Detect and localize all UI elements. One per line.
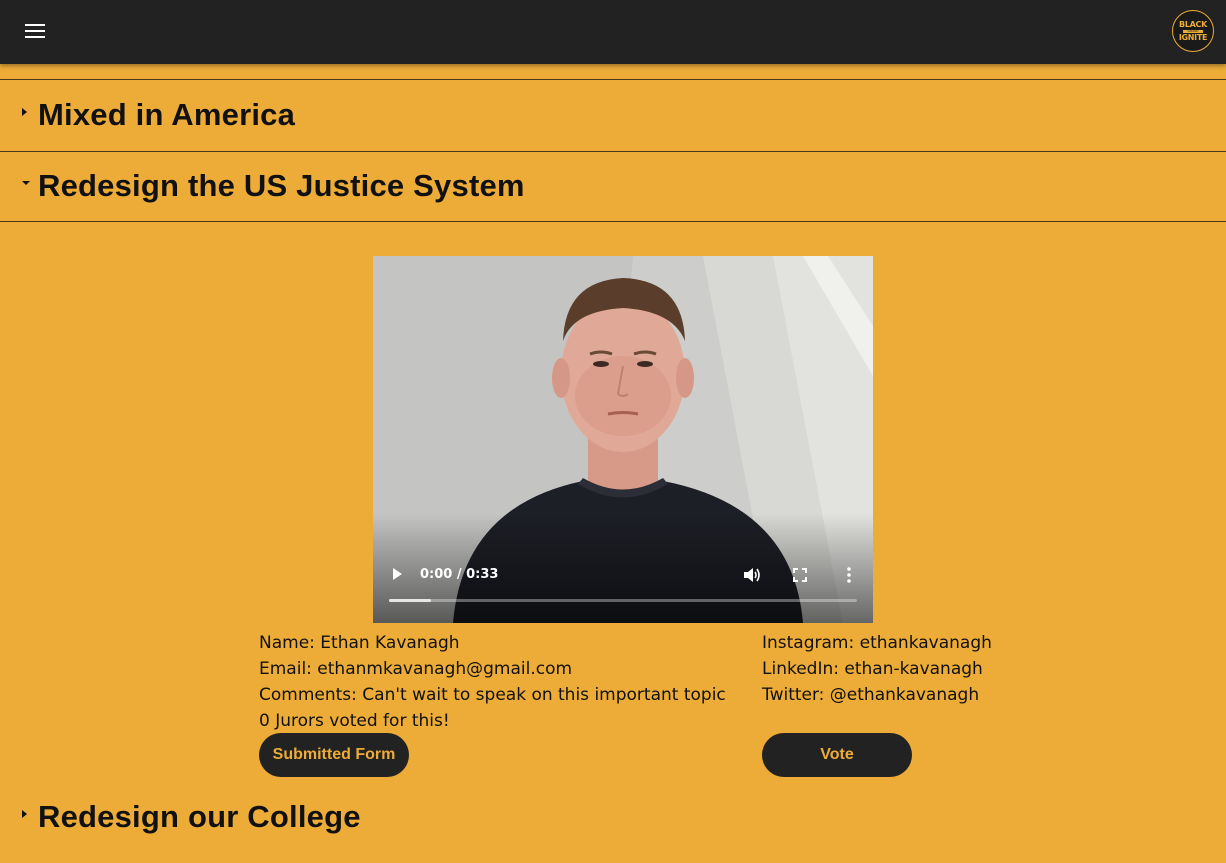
volume-icon[interactable]	[744, 567, 762, 583]
logo-text-bottom: IGNITE	[1178, 32, 1208, 42]
section-title: Redesign the US Justice System	[38, 168, 525, 203]
video-time-display: 0:00 / 0:33	[420, 567, 499, 582]
video-progress-fill	[389, 599, 432, 602]
entry-linkedin: LinkedIn: ethan-kavanagh	[762, 659, 983, 679]
entry-twitter: Twitter: @ethankavanagh	[762, 685, 980, 705]
caret-down-icon	[22, 181, 30, 185]
vote-button[interactable]: Vote	[762, 733, 912, 777]
submitted-form-button[interactable]: Submitted Form	[259, 733, 409, 777]
section-header-redesign-our-college[interactable]: Redesign our College	[0, 783, 1226, 863]
entry-email: Email: ethanmkavanagh@gmail.com	[259, 659, 573, 679]
logo-text-top: BLACK	[1179, 19, 1207, 29]
caret-right-icon	[22, 108, 27, 116]
section-header-mixed-in-america[interactable]: Mixed in America	[0, 80, 1226, 152]
section-title: Redesign our College	[38, 799, 361, 834]
more-options-icon[interactable]	[846, 567, 852, 583]
entry-vote-count: 0 Jurors voted for this!	[259, 711, 450, 731]
section-header-redesign-justice-system[interactable]: Redesign the US Justice System	[0, 152, 1226, 222]
entry-comments: Comments: Can't wait to speak on this im…	[259, 685, 726, 705]
entry-name: Name: Ethan Kavanagh	[259, 633, 460, 653]
hamburger-menu-icon[interactable]	[22, 18, 48, 44]
caret-right-icon	[22, 810, 27, 818]
video-player[interactable]: 0:00 / 0:33	[373, 256, 873, 623]
section-title: Mixed in America	[38, 97, 296, 132]
top-app-bar: BLACK GRAND IGNITE	[0, 0, 1226, 64]
play-icon[interactable]	[393, 568, 402, 580]
video-progress-bar[interactable]	[389, 599, 857, 602]
entry-instagram: Instagram: ethankavanagh	[762, 633, 992, 653]
black-ignite-logo[interactable]: BLACK GRAND IGNITE	[1172, 10, 1214, 52]
fullscreen-icon[interactable]	[793, 568, 807, 582]
